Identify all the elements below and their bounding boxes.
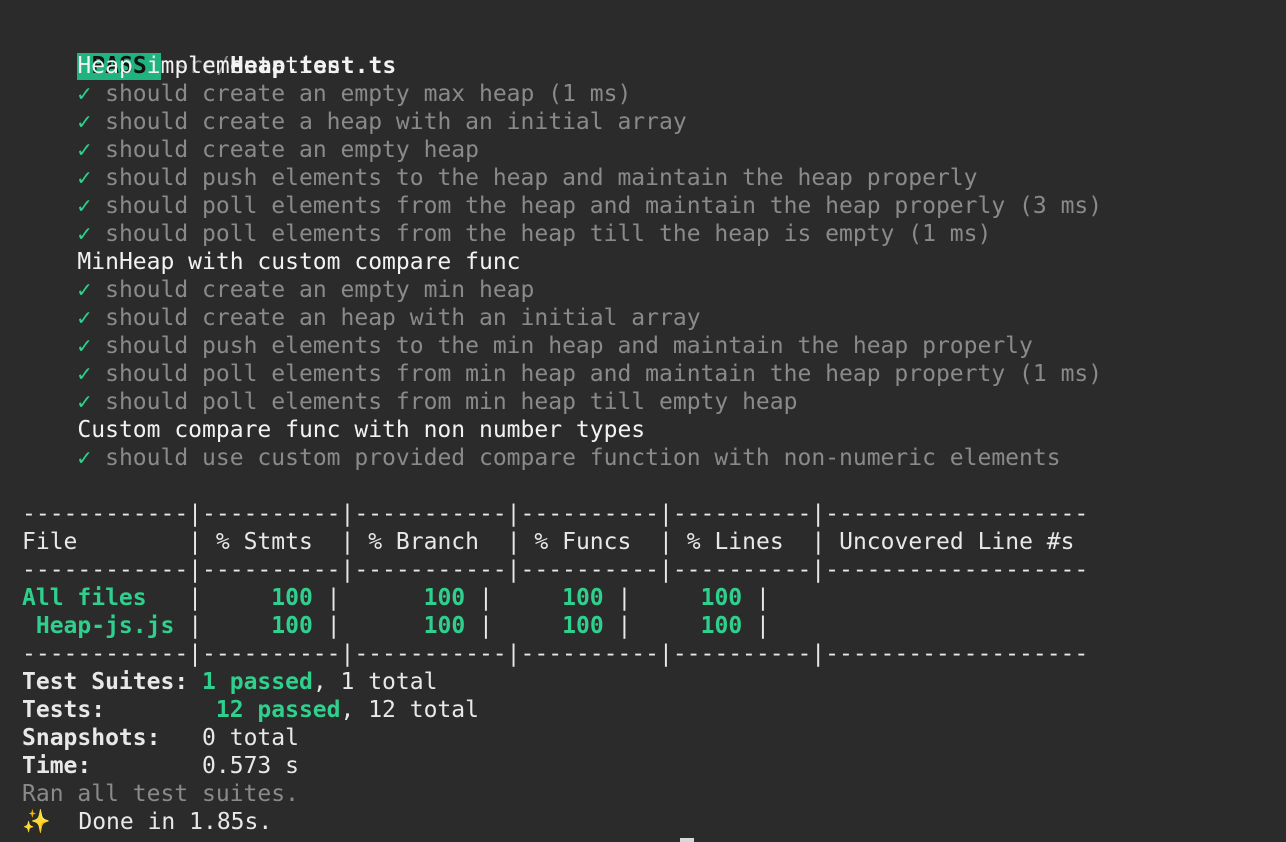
- coverage-separator: ------------|----------|-----------|----…: [22, 641, 1089, 667]
- check-icon: ✓: [77, 277, 92, 303]
- sparkles-icon: ✨: [22, 809, 51, 835]
- test-name: should create a heap with an initial arr…: [105, 109, 687, 135]
- test-result-item: ✓ should create an empty max heap (1 ms): [22, 80, 631, 108]
- coverage-file-name: Heap-js.js: [22, 613, 175, 639]
- coverage-row: All files | 100 | 100 | 100 | 100 |: [22, 585, 784, 611]
- coverage-value: 100: [700, 613, 743, 639]
- test-duration: (1 ms): [894, 221, 992, 247]
- coverage-value: 100: [423, 585, 466, 611]
- coverage-header-cell: % Lines: [686, 529, 784, 555]
- test-file-header: PASS src/Heap.test.ts: [22, 24, 396, 80]
- ran-all-message: Ran all test suites.: [22, 781, 299, 807]
- check-icon: ✓: [77, 221, 92, 247]
- test-name: should create an empty heap: [105, 137, 479, 163]
- coverage-header-cell: % Funcs: [534, 529, 632, 555]
- test-result-item: ✓ should create an heap with an initial …: [22, 304, 701, 332]
- summary-tests-passed: 12 passed: [215, 697, 341, 723]
- test-name: should use custom provided compare funct…: [105, 445, 1061, 471]
- done-text: Done in 1.85s.: [78, 809, 273, 835]
- coverage-value: 100: [271, 613, 313, 639]
- coverage-separator: ------------|----------|-----------|----…: [22, 501, 1089, 527]
- test-name: should create an empty max heap: [105, 81, 535, 107]
- test-name: should poll elements from the heap till …: [105, 221, 895, 247]
- test-name: should poll elements from min heap till …: [105, 389, 798, 415]
- summary-suites-passed: 1 passed: [202, 669, 313, 695]
- coverage-header-cell: % Branch: [368, 529, 479, 555]
- summary-tests-label: Tests:: [22, 697, 106, 723]
- coverage-header-cell: Uncovered Line #s: [839, 529, 1075, 555]
- test-result-item: ✓ should create an empty heap: [22, 136, 479, 164]
- suite-title: Custom compare func with non number type…: [22, 416, 645, 444]
- summary-snapshots-label: Snapshots:: [22, 725, 161, 751]
- coverage-value: 100: [423, 613, 466, 639]
- check-icon: ✓: [77, 333, 92, 359]
- check-icon: ✓: [77, 361, 92, 387]
- test-result-item: ✓ should create an empty min heap: [22, 276, 534, 304]
- test-result-item: ✓ should push elements to the heap and m…: [22, 164, 977, 192]
- test-name: should push elements to the heap and mai…: [105, 165, 978, 191]
- test-name: should create an heap with an initial ar…: [105, 305, 701, 331]
- suite-title: MinHeap with custom compare func: [22, 248, 521, 276]
- coverage-value: 100: [700, 585, 743, 611]
- test-name: should create an empty min heap: [105, 277, 535, 303]
- coverage-header-row: File | % Stmts | % Branch | % Funcs | % …: [22, 529, 1075, 555]
- test-duration: (1 ms): [534, 81, 632, 107]
- test-result-item: ✓ should poll elements from min heap and…: [22, 360, 1102, 388]
- test-result-item: ✓ should poll elements from the heap til…: [22, 220, 991, 248]
- test-name: should poll elements from the heap and m…: [105, 193, 1006, 219]
- terminal-window[interactable]: PASS src/Heap.test.ts Heap implementatio…: [0, 0, 1286, 842]
- summary-suites-label: Test Suites:: [22, 669, 189, 695]
- check-icon: ✓: [77, 165, 92, 191]
- summary-suites: Test Suites: 1 passed, 1 total: [22, 668, 437, 696]
- check-icon: ✓: [77, 389, 92, 415]
- summary-snapshots: Snapshots: 0 total: [22, 724, 299, 752]
- suite-title-text: Custom compare func with non number type…: [77, 417, 646, 443]
- check-icon: ✓: [77, 137, 92, 163]
- test-name: should poll elements from min heap and m…: [105, 361, 1006, 387]
- check-icon: ✓: [77, 81, 92, 107]
- summary-time: Time: 0.573 s: [22, 752, 299, 780]
- coverage-value: 100: [271, 585, 313, 611]
- coverage-value: 100: [562, 585, 604, 611]
- test-result-item: ✓ should push elements to the min heap a…: [22, 332, 1033, 360]
- suite-title: Heap implementation: [22, 52, 341, 80]
- check-icon: ✓: [77, 193, 92, 219]
- test-result-item: ✓ should poll elements from the heap and…: [22, 192, 1102, 220]
- coverage-row: Heap-js.js | 100 | 100 | 100 | 100 |: [22, 613, 784, 639]
- coverage-header-cell: File: [22, 529, 78, 555]
- test-result-item: ✓ should create a heap with an initial a…: [22, 108, 687, 136]
- summary-suites-total: , 1 total: [312, 669, 438, 695]
- coverage-header-cell: % Stmts: [215, 529, 313, 555]
- test-result-item: ✓ should poll elements from min heap til…: [22, 388, 797, 416]
- coverage-value: 100: [562, 613, 604, 639]
- test-name: should push elements to the min heap and…: [105, 333, 1033, 359]
- coverage-file-name: All files: [22, 585, 147, 611]
- test-duration: (3 ms): [1005, 193, 1103, 219]
- coverage-separator: ------------|----------|-----------|----…: [22, 557, 1089, 583]
- test-result-item: ✓ should use custom provided compare fun…: [22, 444, 1061, 472]
- test-duration: (1 ms): [1005, 361, 1103, 387]
- suite-title-text: MinHeap with custom compare func: [77, 249, 521, 275]
- check-icon: ✓: [77, 305, 92, 331]
- terminal-cursor: [680, 836, 694, 842]
- summary-tests-total: , 12 total: [340, 697, 479, 723]
- check-icon: ✓: [77, 109, 92, 135]
- suite-title-text: Heap implementation: [77, 53, 341, 79]
- summary-time-label: Time:: [22, 753, 92, 779]
- summary-snapshots-value: 0 total: [202, 725, 299, 751]
- summary-time-value: 0.573 s: [202, 753, 299, 779]
- done-line: ✨ Done in 1.85s.: [22, 808, 272, 836]
- check-icon: ✓: [77, 445, 92, 471]
- summary-tests: Tests: 12 passed, 12 total: [22, 696, 479, 724]
